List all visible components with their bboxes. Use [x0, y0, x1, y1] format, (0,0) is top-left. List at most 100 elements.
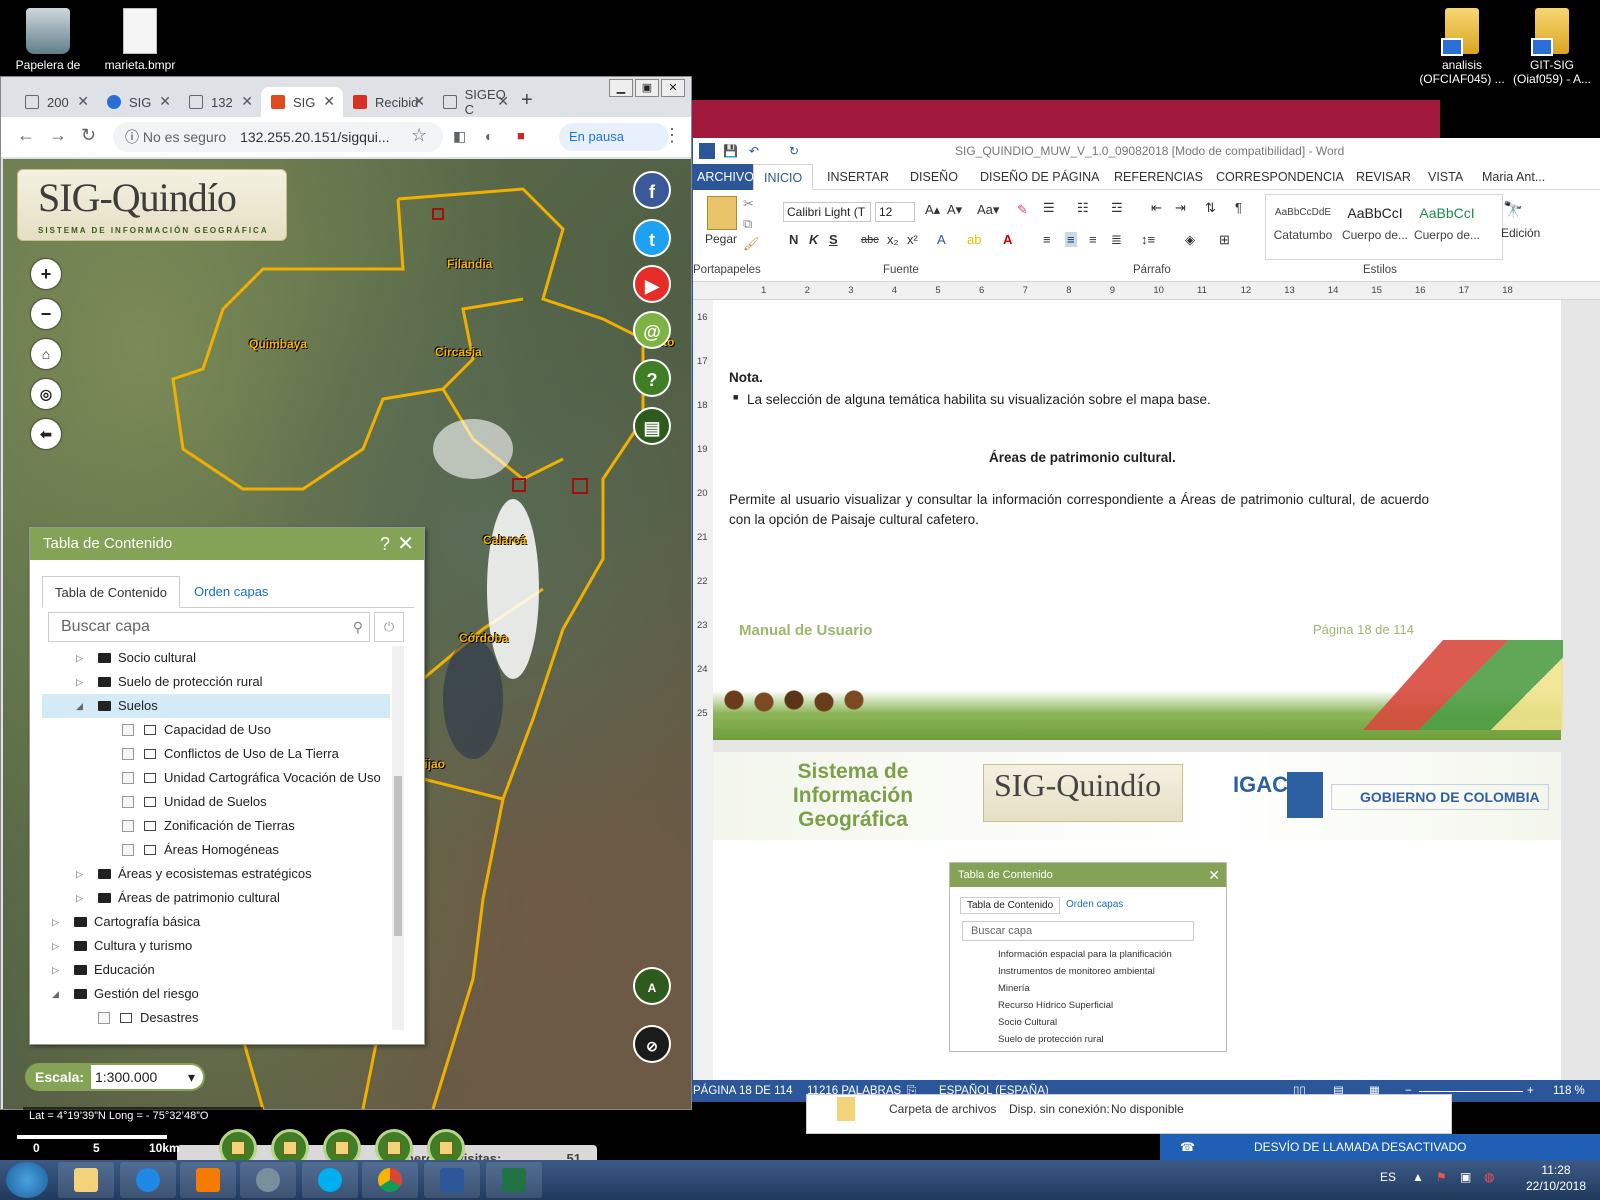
font-size-select[interactable]: 12	[875, 202, 915, 222]
language-indicator[interactable]: ES	[1380, 1170, 1396, 1184]
taskbar-tortoise[interactable]	[240, 1162, 296, 1198]
align-left-icon[interactable]: ≡	[1043, 232, 1051, 247]
taskbar-internet-explorer[interactable]	[120, 1162, 176, 1198]
tree-folder[interactable]: ◢ Gestión del riesgo	[42, 982, 390, 1006]
clock[interactable]: 11:28 22/10/2018	[1516, 1162, 1596, 1194]
font-color-icon[interactable]: A	[1003, 232, 1012, 247]
close-button[interactable]: ✕	[661, 79, 685, 97]
tree-folder[interactable]: ▷ Suelo de protección rural	[42, 670, 390, 694]
tab-diseno-pagina[interactable]: DISEÑO DE PÁGINA	[980, 164, 1099, 190]
back-icon[interactable]: ⬅	[31, 419, 61, 449]
tree-folder[interactable]: ▷ Educación	[42, 958, 390, 982]
tab-close-icon[interactable]: ✕	[497, 93, 509, 110]
tree-layer[interactable]: Zonificación de Tierras	[42, 814, 390, 838]
numbering-icon[interactable]: ☷	[1077, 200, 1089, 216]
extension-icon[interactable]: ◐	[485, 128, 493, 144]
start-button[interactable]	[6, 1162, 48, 1198]
bullets-icon[interactable]: ☰	[1043, 200, 1055, 216]
tab-orden-capas[interactable]: Orden capas	[182, 576, 280, 608]
pilcrow-icon[interactable]: ¶	[1235, 200, 1242, 215]
tab-close-icon[interactable]: ✕	[77, 93, 89, 110]
tab-inicio[interactable]: INICIO	[753, 164, 814, 190]
page-count[interactable]: PÁGINA 18 DE 114	[693, 1080, 793, 1102]
style-cuerpo[interactable]: AaBbCcI Cuerpo de...	[1339, 198, 1411, 260]
underline-button[interactable]: S	[829, 232, 838, 247]
zoom-slider[interactable]	[1419, 1091, 1523, 1092]
desktop-icon-git-sig[interactable]: GIT-SIG (Oiaf059) - A...	[1504, 8, 1600, 86]
style-cuerpo-2[interactable]: AaBbCcI Cuerpo de...	[1411, 198, 1483, 260]
tree-layer[interactable]: Desastres	[42, 1006, 390, 1030]
highlight-icon[interactable]: ab	[967, 232, 981, 247]
desktop-icon-analisis[interactable]: analisis (OFCIAF045) ...	[1410, 8, 1514, 86]
expand-triangle-icon[interactable]: ▷	[76, 646, 83, 670]
locate-icon[interactable]: ◎	[31, 379, 61, 409]
cut-icon[interactable]: ✂	[743, 196, 754, 212]
browser-tab[interactable]: Recibid ✕	[343, 87, 433, 117]
zoom-out-button[interactable]: −	[31, 299, 61, 329]
borders-icon[interactable]: ⊞	[1219, 232, 1230, 248]
tree-folder[interactable]: ▷ Cartografía básica	[42, 910, 390, 934]
sort-icon[interactable]: ⇅	[1205, 200, 1216, 216]
tray-volume-icon[interactable]: ◍	[1484, 1170, 1494, 1184]
tab-revisar[interactable]: REVISAR	[1356, 164, 1411, 190]
align-center-icon[interactable]: ≡	[1065, 232, 1077, 247]
zoom-in-icon[interactable]: +	[1527, 1080, 1534, 1102]
strikethrough-button[interactable]: abc	[861, 234, 879, 246]
north-icon[interactable]: A	[633, 967, 671, 1005]
search-input[interactable]: Buscar capa ⚲	[48, 612, 370, 642]
browser-tab-active[interactable]: SIG ✕	[261, 87, 343, 117]
layer-checkbox[interactable]	[122, 844, 134, 856]
twitter-icon[interactable]: t	[633, 219, 671, 257]
line-spacing-icon[interactable]: ↕≡	[1141, 232, 1155, 247]
tree-folder-selected[interactable]: ◢ Suelos	[42, 694, 390, 718]
bookmark-star-icon[interactable]: ☆	[411, 125, 427, 146]
extension-icon[interactable]: ◧	[453, 128, 466, 145]
taskbar-media-player[interactable]	[180, 1162, 236, 1198]
tree-folder[interactable]: ▷ Cultura y turismo	[42, 934, 390, 958]
tree-scrollbar[interactable]	[392, 646, 404, 1030]
desktop-icon-marieta[interactable]: marieta.bmpr	[92, 8, 188, 72]
user-account[interactable]: Maria Ant...	[1482, 164, 1545, 190]
shrink-font-icon[interactable]: A▾	[947, 202, 962, 218]
taskbar-skype[interactable]	[302, 1162, 358, 1198]
bold-button[interactable]: N	[789, 232, 798, 247]
document-area[interactable]: Nota. ■ La selección de alguna temática …	[713, 300, 1600, 1086]
help-icon[interactable]: ?	[633, 359, 671, 397]
expand-triangle-icon[interactable]: ▷	[52, 958, 59, 982]
layer-checkbox[interactable]	[122, 820, 134, 832]
tray-network-icon[interactable]: ▣	[1460, 1170, 1471, 1184]
zoom-level[interactable]: 118 %	[1553, 1080, 1585, 1102]
tree-layer[interactable]: Capacidad de Uso	[42, 718, 390, 742]
maximize-button[interactable]: ▣	[635, 79, 659, 97]
multilevel-list-icon[interactable]: ☲	[1111, 200, 1123, 216]
browser-tab[interactable]: 132 ✕	[179, 87, 261, 117]
superscript-button[interactable]: x²	[907, 232, 918, 247]
justify-icon[interactable]: ≣	[1111, 232, 1122, 248]
tab-referencias[interactable]: REFERENCIAS	[1114, 164, 1203, 190]
layer-checkbox[interactable]	[122, 772, 134, 784]
help-icon[interactable]: ?	[380, 528, 390, 560]
youtube-icon[interactable]: ▶	[633, 265, 671, 303]
tab-insertar[interactable]: INSERTAR	[827, 164, 889, 190]
taskbar-word[interactable]	[424, 1162, 480, 1198]
new-tab-button[interactable]: +	[521, 89, 533, 112]
horizontal-ruler[interactable]: 1 2 3 4 5 6 7 8 9 10 11 12 13 14 15 16 17 18	[693, 282, 1600, 300]
tab-close-icon[interactable]: ✕	[323, 93, 335, 110]
align-right-icon[interactable]: ≡	[1089, 232, 1097, 247]
minimize-button[interactable]: ▁	[609, 79, 633, 97]
browser-tab[interactable]: 200 ✕	[15, 87, 97, 117]
redo-icon[interactable]: ↻	[789, 138, 799, 164]
tab-close-icon[interactable]: ✕	[159, 93, 171, 110]
taskbar-excel[interactable]	[486, 1162, 542, 1198]
hide-eye-icon[interactable]: ⊘	[633, 1025, 671, 1063]
back-arrow-icon[interactable]: ←	[17, 125, 35, 146]
menu-dots-icon[interactable]: ⋮	[663, 125, 681, 146]
binoculars-icon[interactable]: 🔭	[1503, 200, 1523, 220]
tree-folder[interactable]: ▷ Socio cultural	[42, 646, 390, 670]
format-painter-icon[interactable]: 🖌	[743, 236, 760, 252]
profile-pause-button[interactable]: En pausa	[559, 123, 669, 151]
tab-correspondencia[interactable]: CORRESPONDENCIA	[1216, 164, 1344, 190]
tree-layer[interactable]: Conflictos de Uso de La Tierra	[42, 742, 390, 766]
taskbar-file-explorer[interactable]	[58, 1162, 114, 1198]
grow-font-icon[interactable]: A▴	[925, 202, 940, 218]
